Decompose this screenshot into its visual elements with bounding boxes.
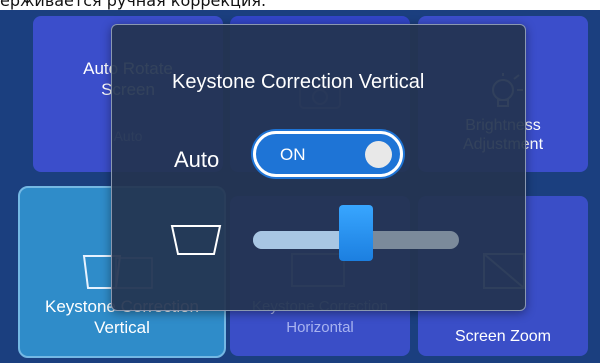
keystone-dialog: Keystone Correction Vertical Auto ON bbox=[111, 24, 526, 311]
toggle-knob bbox=[365, 141, 392, 168]
dialog-title: Keystone Correction Vertical bbox=[172, 71, 425, 93]
keystone-vertical-small-icon bbox=[170, 225, 222, 255]
slider-thumb[interactable] bbox=[339, 205, 373, 261]
auto-label: Auto bbox=[174, 147, 220, 172]
screen-zoom-label: Screen Zoom bbox=[454, 328, 552, 345]
auto-toggle[interactable]: ON bbox=[253, 131, 403, 177]
toggle-state-label: ON bbox=[280, 145, 306, 164]
caption-text: ерживается ручная коррекция. bbox=[0, 0, 267, 10]
settings-screen: Auto Rotate Screen Auto Brightness Adjus… bbox=[0, 10, 600, 363]
